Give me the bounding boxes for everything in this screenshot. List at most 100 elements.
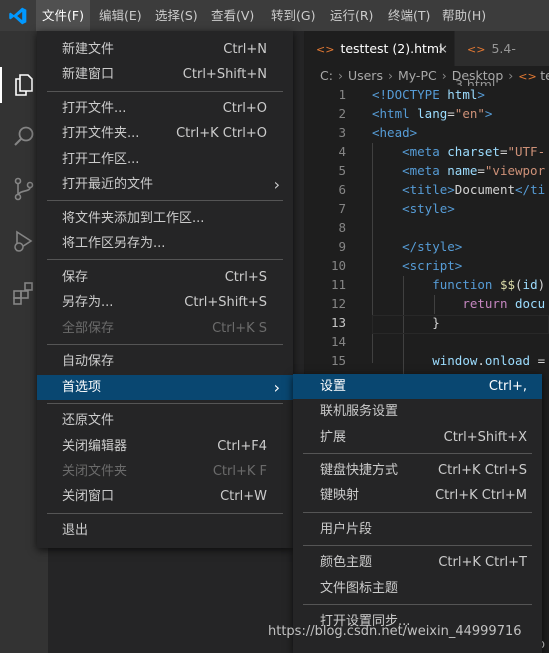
menu-item-label: 保存 [62, 269, 89, 285]
code-token: . [477, 353, 485, 368]
breadcrumb-item[interactable]: Users [348, 68, 383, 83]
code-token: ( [515, 277, 523, 292]
chevron-right-icon: › [273, 377, 280, 397]
extensions-icon[interactable] [11, 280, 37, 306]
code-token: name [447, 163, 478, 178]
breadcrumb-separator-icon: › [387, 68, 393, 83]
pref-menu-item-3-1[interactable]: 文件图标主题 [293, 576, 542, 601]
menu-item-label: 设置 [320, 379, 347, 394]
code-line[interactable]: <!DOCTYPE html> [372, 87, 485, 102]
file-menu-item-5-1[interactable]: 关闭编辑器 Ctrl+F4 [37, 434, 293, 459]
code-line[interactable]: <meta charset="UTF- [372, 144, 545, 159]
source-control-icon[interactable] [11, 176, 37, 202]
breadcrumb-separator-icon: › [441, 68, 447, 83]
code-line[interactable]: <script> [372, 258, 462, 273]
pref-menu-item-3-0[interactable]: 颜色主题 Ctrl+K Ctrl+T [293, 550, 542, 575]
file-menu-item-5-2: 关闭文件夹 Ctrl+K F [37, 459, 293, 484]
file-menu-item-1-1[interactable]: 打开文件夹... Ctrl+K Ctrl+O [37, 121, 293, 146]
line-number: 11 [330, 277, 346, 292]
menu-item-label: 自动保存 [62, 354, 115, 370]
file-menu-item-6-0[interactable]: 退出 [37, 518, 293, 543]
menu-item-label: 用户片段 [320, 521, 373, 537]
code-token: id [522, 277, 538, 292]
menu-item-shortcut: Ctrl+O [222, 101, 267, 117]
code-line[interactable]: function $$(id) [372, 277, 545, 292]
file-menu-item-5-3[interactable]: 关闭窗口 Ctrl+W [37, 484, 293, 509]
menu-3[interactable]: 查看(V) [205, 0, 260, 31]
menu-item-label: 新建窗口 [62, 67, 115, 83]
menu-item-label: 打开工作区... [62, 151, 140, 167]
code-line[interactable]: <title>Document</ti [372, 182, 545, 197]
files-icon[interactable] [11, 72, 37, 98]
code-line[interactable]: </style> [372, 239, 462, 254]
code-line[interactable]: <style> [372, 201, 455, 216]
breadcrumb-separator-icon: › [508, 68, 514, 83]
code-line[interactable]: } [372, 315, 440, 330]
file-menu-item-4-0[interactable]: 自动保存 [37, 349, 293, 374]
html-file-icon: <> [316, 43, 335, 56]
tab-testtest[interactable]: <> testtest (2).html × [304, 31, 454, 66]
menu-item-label: 将工作区另存为... [62, 236, 166, 252]
menu-7[interactable]: 帮助(H) [436, 0, 492, 31]
code-token: "en" [454, 106, 485, 121]
pref-menu-item-2-0[interactable]: 用户片段 [293, 517, 542, 542]
breadcrumb-separator-icon: › [337, 68, 343, 83]
file-menu-item-2-0[interactable]: 将文件夹添加到工作区... [37, 206, 293, 231]
file-menu-item-1-2[interactable]: 打开工作区... [37, 147, 293, 172]
file-menu-item-0-1[interactable]: 新建窗口 Ctrl+Shift+N [37, 62, 293, 87]
file-menu-item-4-1[interactable]: 首选项 › [37, 374, 293, 400]
file-menu-dropdown: 新建文件 Ctrl+N 新建窗口 Ctrl+Shift+N 打开文件... Ctrl+O 打… [37, 31, 293, 548]
code-token: > [484, 106, 493, 121]
file-menu-item-1-0[interactable]: 打开文件... Ctrl+O [37, 96, 293, 121]
file-menu-item-1-3[interactable]: 打开最近的文件 › [37, 172, 293, 197]
menu-item-shortcut: Ctrl+K F [212, 464, 267, 479]
breadcrumb-item[interactable]: tes [540, 68, 549, 83]
file-menu-item-2-1[interactable]: 将工作区另存为... [37, 231, 293, 256]
code-line[interactable]: <head> [372, 125, 417, 140]
menu-item-label: 颜色主题 [320, 555, 373, 571]
menu-1[interactable]: 编辑(E) [93, 0, 148, 31]
tab-5-4-3[interactable]: <> 5.4-3.html [455, 31, 549, 92]
line-number: 6 [338, 182, 346, 197]
code-token: $$ [499, 277, 516, 292]
code-line[interactable]: <html lang="en"> [372, 106, 492, 121]
code-line[interactable]: <meta name="viewpor [372, 163, 545, 178]
breadcrumb-item[interactable]: C: [320, 68, 333, 83]
breadcrumb-item[interactable]: My-PC [398, 68, 437, 83]
menu-item-label: 关闭窗口 [62, 489, 115, 505]
pref-menu-item-0-1[interactable]: 联机服务设置 [293, 399, 542, 424]
pref-menu-item-0-0[interactable]: 设置 Ctrl+, [293, 374, 542, 399]
close-icon[interactable]: × [438, 31, 448, 66]
menu-4[interactable]: 转到(G) [265, 0, 321, 31]
menu-2[interactable]: 选择(S) [149, 0, 204, 31]
menu-item-shortcut: Ctrl+N [223, 42, 267, 57]
menu-item-shortcut: Ctrl+S [224, 269, 267, 285]
code-token: <meta [402, 144, 448, 159]
code-token: onload [484, 353, 531, 368]
pref-menu-item-0-2[interactable]: 扩展 Ctrl+Shift+X [293, 425, 542, 450]
menu-0[interactable]: 文件(F) [36, 0, 90, 31]
debug-icon[interactable] [11, 228, 37, 254]
menu-separator [303, 604, 532, 605]
menu-item-label: 退出 [62, 523, 89, 539]
code-token: docu [515, 296, 546, 311]
pref-menu-item-1-1[interactable]: 键映射 Ctrl+K Ctrl+M [293, 483, 542, 508]
menu-5[interactable]: 运行(R) [324, 0, 379, 31]
menu-item-shortcut: Ctrl+W [220, 489, 267, 505]
pref-menu-item-1-0[interactable]: 键盘快捷方式 Ctrl+K Ctrl+S [293, 458, 542, 483]
search-icon[interactable] [11, 124, 37, 150]
code-line[interactable]: return docu [372, 296, 545, 311]
file-menu-item-5-0[interactable]: 还原文件 [37, 408, 293, 433]
file-menu-item-0-0[interactable]: 新建文件 Ctrl+N [37, 37, 293, 62]
watermark-text: https://blog.csdn.net/weixin_44999716 [268, 624, 522, 639]
code-line[interactable]: window.onload = [372, 353, 545, 368]
file-menu-item-3-0[interactable]: 保存 Ctrl+S [37, 265, 293, 290]
file-menu-item-3-2: 全部保存 Ctrl+K S [37, 316, 293, 341]
line-number: 3 [338, 125, 346, 140]
menu-6[interactable]: 终端(T) [382, 0, 436, 31]
file-menu-item-3-1[interactable]: 另存为... Ctrl+Shift+S [37, 290, 293, 315]
breadcrumb-item[interactable]: Desktop [452, 68, 504, 83]
